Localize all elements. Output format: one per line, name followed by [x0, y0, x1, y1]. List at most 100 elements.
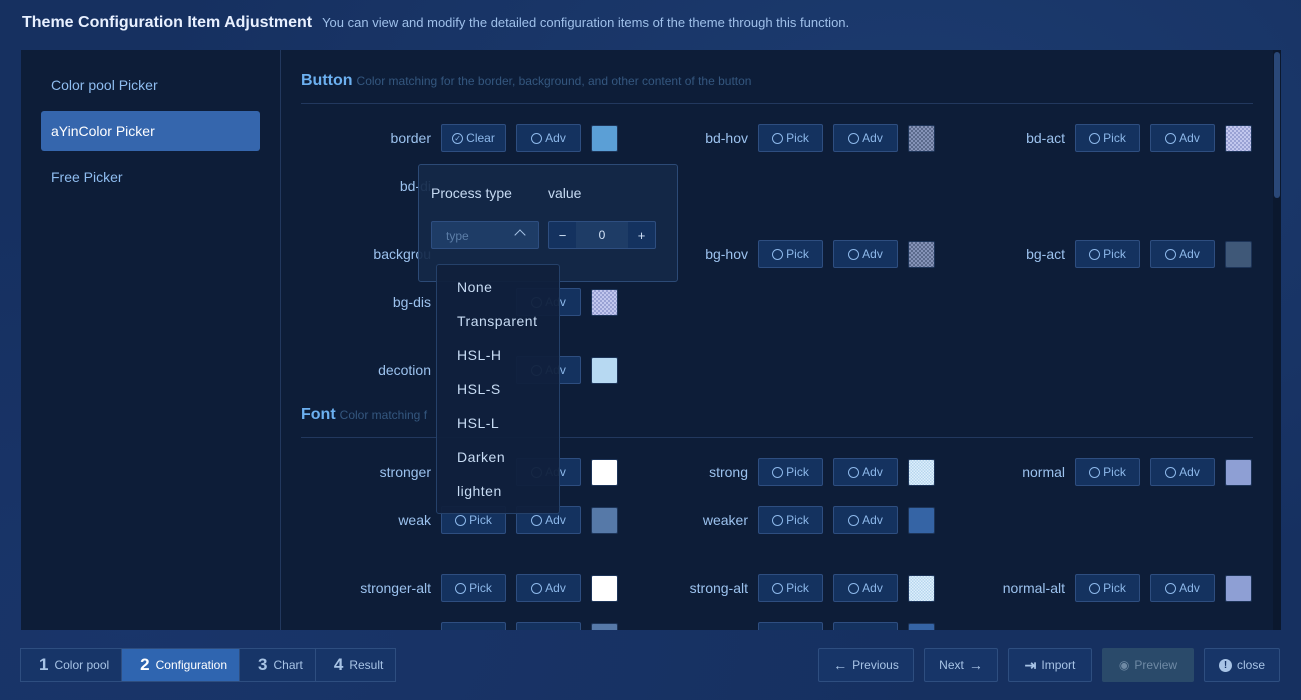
dropdown-option-transparent[interactable]: Transparent — [437, 311, 559, 345]
radio-icon — [531, 582, 543, 594]
pick-button[interactable] — [441, 622, 506, 630]
pick-button[interactable]: Pick — [758, 574, 823, 602]
label-border: border — [390, 130, 431, 146]
config-row-strong: strong Pick Adv — [618, 458, 935, 486]
dropdown-option-lighten[interactable]: lighten — [437, 481, 559, 515]
pick-button[interactable]: Pick — [758, 124, 823, 152]
adv-button[interactable]: Adv — [1150, 124, 1215, 152]
type-dropdown: None Transparent HSL-H HSL-S HSL-L Darke… — [436, 264, 560, 514]
pick-button[interactable]: Pick — [1075, 124, 1140, 152]
import-icon: ⇥ — [1024, 656, 1037, 673]
color-swatch[interactable] — [908, 574, 935, 602]
pick-button[interactable]: Pick — [1075, 458, 1140, 486]
radio-icon — [772, 514, 784, 526]
step-chart[interactable]: 3 Chart — [240, 649, 316, 681]
previous-button[interactable]: ← Previous — [818, 648, 914, 682]
color-swatch[interactable] — [1225, 124, 1252, 152]
value-label: value — [548, 185, 582, 201]
close-button[interactable]: ! close — [1204, 648, 1280, 682]
next-button[interactable]: Next → — [924, 648, 998, 682]
check-circle-icon: ✓ — [452, 132, 464, 144]
pick-button[interactable]: Pick — [1075, 574, 1140, 602]
radio-icon — [772, 582, 784, 594]
adv-button[interactable]: Adv — [1150, 240, 1215, 268]
plus-button[interactable]: + — [628, 222, 655, 248]
color-swatch[interactable] — [591, 288, 618, 316]
divider — [301, 103, 1253, 104]
config-row-stronger-alt: stronger-alt Pick Adv — [301, 574, 618, 602]
dropdown-option-hsl-l[interactable]: HSL-L — [437, 413, 559, 447]
clear-button[interactable]: ✓ Clear — [441, 124, 506, 152]
color-swatch[interactable] — [1225, 458, 1252, 486]
arrow-right-icon: → — [968, 657, 983, 673]
color-swatch[interactable] — [591, 506, 618, 534]
adv-button[interactable] — [833, 622, 898, 630]
stepper-value[interactable]: 0 — [576, 222, 628, 248]
value-stepper[interactable]: − 0 + — [548, 221, 656, 249]
adv-button[interactable]: Adv — [516, 574, 581, 602]
pick-button[interactable]: Pick — [1075, 240, 1140, 268]
color-swatch[interactable] — [908, 458, 935, 486]
color-swatch[interactable] — [908, 506, 935, 534]
type-placeholder: type — [446, 229, 469, 243]
step-configuration[interactable]: 2 Configuration — [122, 649, 241, 681]
pick-button[interactable] — [758, 622, 823, 630]
step-color-pool[interactable]: 1 Color pool — [21, 649, 123, 681]
scrollbar-thumb[interactable] — [1274, 52, 1280, 198]
color-swatch[interactable] — [591, 574, 618, 602]
adv-button[interactable]: Adv — [833, 574, 898, 602]
sidebar-item-color-pool-picker[interactable]: Color pool Picker — [41, 65, 260, 105]
color-swatch[interactable] — [591, 458, 618, 486]
adv-button[interactable]: Adv — [1150, 458, 1215, 486]
adv-button[interactable]: Adv — [516, 124, 581, 152]
sidebar-item-free-picker[interactable]: Free Picker — [41, 157, 260, 197]
color-swatch[interactable] — [591, 356, 618, 384]
color-swatch[interactable] — [908, 240, 935, 268]
scrollbar[interactable] — [1273, 50, 1281, 630]
radio-icon — [1165, 248, 1177, 260]
label-weak: weak — [398, 512, 431, 528]
footer: 1 Color pool 2 Configuration 3 Chart 4 R… — [0, 630, 1301, 700]
step-tabs: 1 Color pool 2 Configuration 3 Chart 4 R… — [20, 648, 397, 682]
adv-button[interactable]: Adv — [833, 458, 898, 486]
sidebar: Color pool Picker aYinColor Picker Free … — [21, 50, 281, 630]
label-normal: normal — [1022, 464, 1065, 480]
pick-button[interactable]: Pick — [758, 240, 823, 268]
color-swatch[interactable] — [1225, 240, 1252, 268]
color-swatch[interactable] — [591, 622, 618, 630]
radio-icon — [1089, 466, 1101, 478]
sidebar-item-ayincolor-picker[interactable]: aYinColor Picker — [41, 111, 260, 151]
preview-button[interactable]: ◉ Preview — [1102, 648, 1194, 682]
adv-button[interactable]: Adv — [833, 240, 898, 268]
color-swatch[interactable] — [908, 622, 935, 630]
radio-icon — [455, 582, 467, 594]
pick-button[interactable]: Pick — [758, 458, 823, 486]
dropdown-option-hsl-h[interactable]: HSL-H — [437, 345, 559, 379]
adv-button[interactable]: Adv — [833, 506, 898, 534]
adv-button[interactable]: Adv — [1150, 574, 1215, 602]
config-row-normal: normal Pick Adv — [935, 458, 1252, 486]
label-normal-alt: normal-alt — [1002, 580, 1065, 596]
label-strong-alt: strong-alt — [689, 580, 748, 596]
chevron-up-icon — [514, 229, 526, 241]
pick-button[interactable]: Pick — [758, 506, 823, 534]
label-decotion: decotion — [378, 362, 431, 378]
pick-button[interactable]: Pick — [441, 574, 506, 602]
step-result[interactable]: 4 Result — [316, 649, 395, 681]
color-swatch[interactable] — [908, 124, 935, 152]
import-button[interactable]: ⇥ Import — [1008, 648, 1092, 682]
minus-button[interactable]: − — [549, 222, 576, 248]
config-row-partial — [301, 622, 618, 630]
dropdown-option-hsl-s[interactable]: HSL-S — [437, 379, 559, 413]
color-swatch[interactable] — [1225, 574, 1252, 602]
config-row-bg-act: bg-act Pick Adv — [935, 240, 1252, 268]
dropdown-option-darken[interactable]: Darken — [437, 447, 559, 481]
radio-icon — [848, 248, 860, 260]
adv-button[interactable]: Adv — [833, 124, 898, 152]
color-swatch[interactable] — [591, 124, 618, 152]
type-select[interactable]: type — [431, 221, 539, 249]
dropdown-option-none[interactable]: None — [437, 277, 559, 311]
radio-icon — [772, 248, 784, 260]
adv-button[interactable] — [516, 622, 581, 630]
radio-icon — [848, 514, 860, 526]
